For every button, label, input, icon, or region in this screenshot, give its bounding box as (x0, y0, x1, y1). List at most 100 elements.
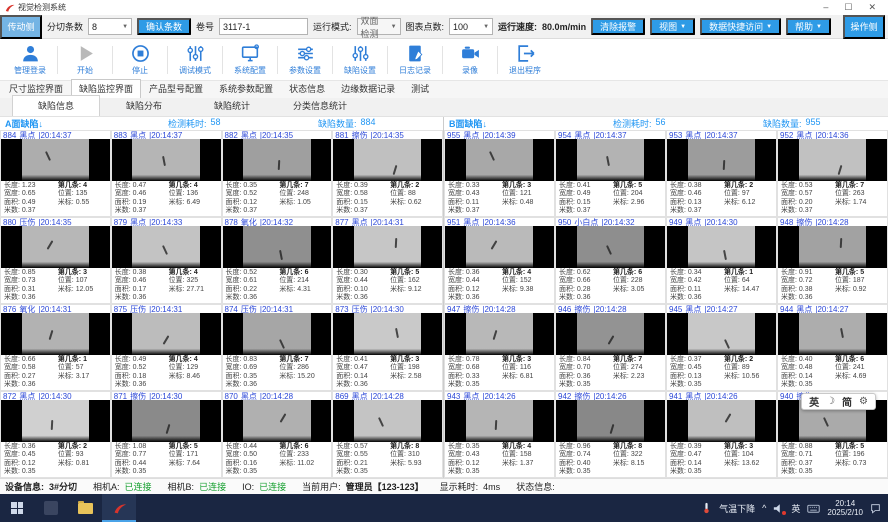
defect-image[interactable] (112, 139, 221, 181)
thermometer-icon[interactable] (701, 501, 712, 515)
defect-image[interactable] (1, 226, 110, 268)
tool-monitor[interactable]: 系统配置 (224, 43, 276, 76)
defect-cell-945[interactable]: 945黑点|20:14:27长度: 0.37第几条: 2宽度: 0.45位置: … (666, 304, 777, 391)
defect-image[interactable] (667, 400, 776, 442)
tool-exit[interactable]: 退出程序 (499, 43, 551, 76)
defect-image[interactable] (778, 139, 887, 181)
ime-toolbar[interactable]: 英 ☽ 简 ⚙ (801, 393, 876, 410)
tray-expand-icon[interactable]: ^ (762, 503, 766, 513)
quick-access-menu-button[interactable]: 数据快捷访问 ▼ (700, 18, 781, 35)
tool-params-sliders[interactable]: 参数设置 (279, 43, 331, 76)
defect-cell-951[interactable]: 951黑点|20:14:36长度: 0.36第几条: 4宽度: 0.44位置: … (444, 217, 555, 304)
defect-image[interactable] (333, 226, 442, 268)
close-icon[interactable]: ✕ (868, 2, 876, 13)
defect-cell-875[interactable]: 875压伤|20:14:31长度: 0.49第几条: 4宽度: 0.52位置: … (111, 304, 222, 391)
defect-image[interactable] (778, 313, 887, 355)
speaker-icon[interactable] (773, 503, 784, 514)
defect-cell-884[interactable]: 884黑点|20:14:37长度: 1.23第几条: 4宽度: 0.65位置: … (0, 130, 111, 217)
moon-icon[interactable]: ☽ (826, 396, 835, 407)
defect-image[interactable] (445, 226, 554, 268)
defect-cell-870[interactable]: 870黑点|20:14:28长度: 0.44第几条: 6宽度: 0.50位置: … (222, 391, 333, 478)
defect-cell-880[interactable]: 880压伤|20:14:35长度: 0.85第几条: 3宽度: 0.73位置: … (0, 217, 111, 304)
roll-number-input[interactable]: 3117-1 (219, 18, 308, 35)
action-center-icon[interactable] (870, 503, 881, 514)
defect-cell-941[interactable]: 941黑点|20:14:26长度: 0.39第几条: 3宽度: 0.47位置: … (666, 391, 777, 478)
defect-image[interactable] (112, 400, 221, 442)
tool-log[interactable]: 日志记录 (389, 43, 441, 76)
taskbar-clock[interactable]: 20:14 2025/2/10 (827, 499, 863, 517)
slit-count-select[interactable]: 8 ▼ (88, 18, 132, 35)
defect-cell-869[interactable]: 869黑点|20:14:28长度: 0.57第几条: 8宽度: 0.55位置: … (332, 391, 443, 478)
gear-icon[interactable]: ⚙ (859, 396, 868, 407)
defect-image[interactable] (556, 313, 665, 355)
tab-6[interactable]: 测试 (403, 79, 437, 98)
defect-cell-874[interactable]: 874压伤|20:14:31长度: 0.83第几条: 7宽度: 0.69位置: … (222, 304, 333, 391)
defect-image[interactable] (1, 313, 110, 355)
view-menu-button[interactable]: 视图 ▼ (650, 18, 695, 35)
defect-cell-955[interactable]: 955黑点|20:14:39长度: 0.33第几条: 3宽度: 0.43位置: … (444, 130, 555, 217)
defect-image[interactable] (223, 226, 332, 268)
tool-camera[interactable]: 录像 (444, 43, 496, 76)
defect-cell-871[interactable]: 871擦伤|20:14:30长度: 1.08第几条: 5宽度: 0.77位置: … (111, 391, 222, 478)
subtab-1[interactable]: 缺陷分布 (100, 96, 188, 116)
minimize-icon[interactable]: – (823, 2, 828, 13)
weather-text[interactable]: 气温下降 (719, 502, 755, 515)
defect-cell-882[interactable]: 882黑点|20:14:35长度: 0.35第几条: 7宽度: 0.52位置: … (222, 130, 333, 217)
maximize-icon[interactable]: ☐ (844, 2, 852, 13)
defect-image[interactable] (556, 400, 665, 442)
defect-cell-947[interactable]: 947擦伤|20:14:28长度: 0.78第几条: 3宽度: 0.68位置: … (444, 304, 555, 391)
defect-image[interactable] (112, 226, 221, 268)
keyboard-icon[interactable] (807, 503, 820, 514)
defect-image[interactable] (445, 400, 554, 442)
defect-image[interactable] (445, 139, 554, 181)
defect-cell-881[interactable]: 881擦伤|20:14:35长度: 0.39第几条: 2宽度: 0.58位置: … (332, 130, 443, 217)
defect-image[interactable] (556, 139, 665, 181)
defect-cell-873[interactable]: 873压伤|20:14:30长度: 0.41第几条: 3宽度: 0.47位置: … (332, 304, 443, 391)
defect-image[interactable] (112, 313, 221, 355)
defect-cell-949[interactable]: 949黑点|20:14:30长度: 0.34第几条: 1宽度: 0.42位置: … (666, 217, 777, 304)
file-explorer-button[interactable] (68, 494, 102, 522)
defect-cell-943[interactable]: 943黑点|20:14:26长度: 0.35第几条: 4宽度: 0.43位置: … (444, 391, 555, 478)
defect-image[interactable] (556, 226, 665, 268)
defect-cell-948[interactable]: 948擦伤|20:14:28长度: 0.91第几条: 5宽度: 0.72位置: … (777, 217, 888, 304)
defect-cell-953[interactable]: 953黑点|20:14:37长度: 0.38第几条: 2宽度: 0.46位置: … (666, 130, 777, 217)
drive-side-button[interactable]: 传动侧 (0, 15, 42, 39)
defect-image[interactable] (667, 313, 776, 355)
detection-app-button[interactable] (102, 494, 136, 522)
defect-cell-946[interactable]: 946擦伤|20:14:28长度: 0.84第几条: 7宽度: 0.70位置: … (555, 304, 666, 391)
defect-image[interactable] (1, 400, 110, 442)
defect-image[interactable] (223, 400, 332, 442)
tool-defect-sliders[interactable]: 缺陷设置 (334, 43, 386, 76)
subtab-3[interactable]: 分类信息统计 (276, 96, 364, 116)
defect-image[interactable] (667, 226, 776, 268)
defect-cell-877[interactable]: 877黑点|20:14:31长度: 0.30第几条: 5宽度: 0.44位置: … (332, 217, 443, 304)
tool-play[interactable]: 开始 (59, 43, 111, 76)
tool-user[interactable]: 管理登录 (4, 43, 56, 76)
defect-cell-872[interactable]: 872黑点|20:14:30长度: 0.36第几条: 2宽度: 0.45位置: … (0, 391, 111, 478)
defect-image[interactable] (778, 226, 887, 268)
chart-points-select[interactable]: 100 ▼ (449, 18, 493, 35)
taskbar-app-dark[interactable] (34, 494, 68, 522)
start-button[interactable] (0, 494, 34, 522)
defect-image[interactable] (223, 139, 332, 181)
tool-stop[interactable]: 停止 (114, 43, 166, 76)
defect-cell-952[interactable]: 952黑点|20:14:36长度: 0.53第几条: 7宽度: 0.57位置: … (777, 130, 888, 217)
operate-side-button[interactable]: 操作侧 (843, 15, 885, 39)
defect-cell-942[interactable]: 942擦伤|20:14:26长度: 0.96第几条: 8宽度: 0.74位置: … (555, 391, 666, 478)
defect-image[interactable] (445, 313, 554, 355)
confirm-count-button[interactable]: 确认条数 (137, 18, 191, 35)
defect-image[interactable] (333, 313, 442, 355)
defect-cell-944[interactable]: 944黑点|20:14:27长度: 0.40第几条: 6宽度: 0.48位置: … (777, 304, 888, 391)
defect-image[interactable] (667, 139, 776, 181)
defect-image[interactable] (333, 139, 442, 181)
defect-cell-954[interactable]: 954黑点|20:14:37长度: 0.41第几条: 5宽度: 0.49位置: … (555, 130, 666, 217)
subtab-2[interactable]: 缺陷统计 (188, 96, 276, 116)
defect-cell-876[interactable]: 876氧化|20:14:31长度: 0.66第几条: 1宽度: 0.58位置: … (0, 304, 111, 391)
defect-cell-878[interactable]: 878氧化|20:14:32长度: 0.52第几条: 6宽度: 0.61位置: … (222, 217, 333, 304)
subtab-0[interactable]: 缺陷信息 (12, 95, 100, 116)
ime-simplified-indicator[interactable]: 简 (842, 394, 852, 409)
defect-cell-879[interactable]: 879黑点|20:14:33长度: 0.38第几条: 4宽度: 0.46位置: … (111, 217, 222, 304)
ime-lang-indicator[interactable]: 英 (809, 394, 819, 409)
tool-debug-sliders[interactable]: 调试模式 (169, 43, 221, 76)
help-menu-button[interactable]: 帮助 ▼ (786, 18, 831, 35)
